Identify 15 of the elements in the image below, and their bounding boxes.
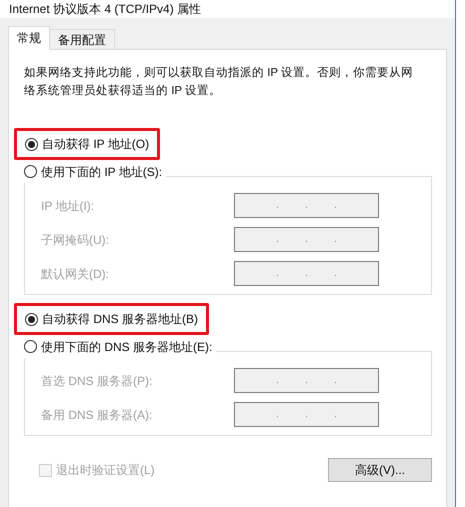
checkbox-label: 退出时验证设置(L) <box>56 462 155 479</box>
field-label: 子网掩码(U): <box>41 232 109 248</box>
field-label: 首选 DNS 服务器(P): <box>41 372 152 390</box>
tab[interactable]: 常规 <box>8 26 50 50</box>
field-label: 默认网关(D): <box>41 266 109 282</box>
field-label: IP 地址(I): <box>41 198 94 214</box>
radio-label: 自动获得 DNS 服务器地址(B) <box>42 311 198 328</box>
field-label: 备用 DNS 服务器(A): <box>41 406 152 424</box>
window-title: Internet 协议版本 4 (TCP/IPv4) 属性 <box>9 1 202 18</box>
radio-label: 使用下面的 DNS 服务器地址(E): <box>41 338 212 356</box>
advanced-button[interactable]: 高级(V)... <box>328 458 432 482</box>
intro-text: 如果网络支持此功能，则可以获取自动指派的 IP 设置。否则，你需要从网络系统管理员处获得适当的 IP 设置。 <box>24 66 414 99</box>
radio-label: 自动获得 IP 地址(O) <box>42 136 150 153</box>
radio-label: 使用下面的 IP 地址(S): <box>41 164 162 180</box>
tab[interactable]: 备用配置 <box>50 29 115 50</box>
